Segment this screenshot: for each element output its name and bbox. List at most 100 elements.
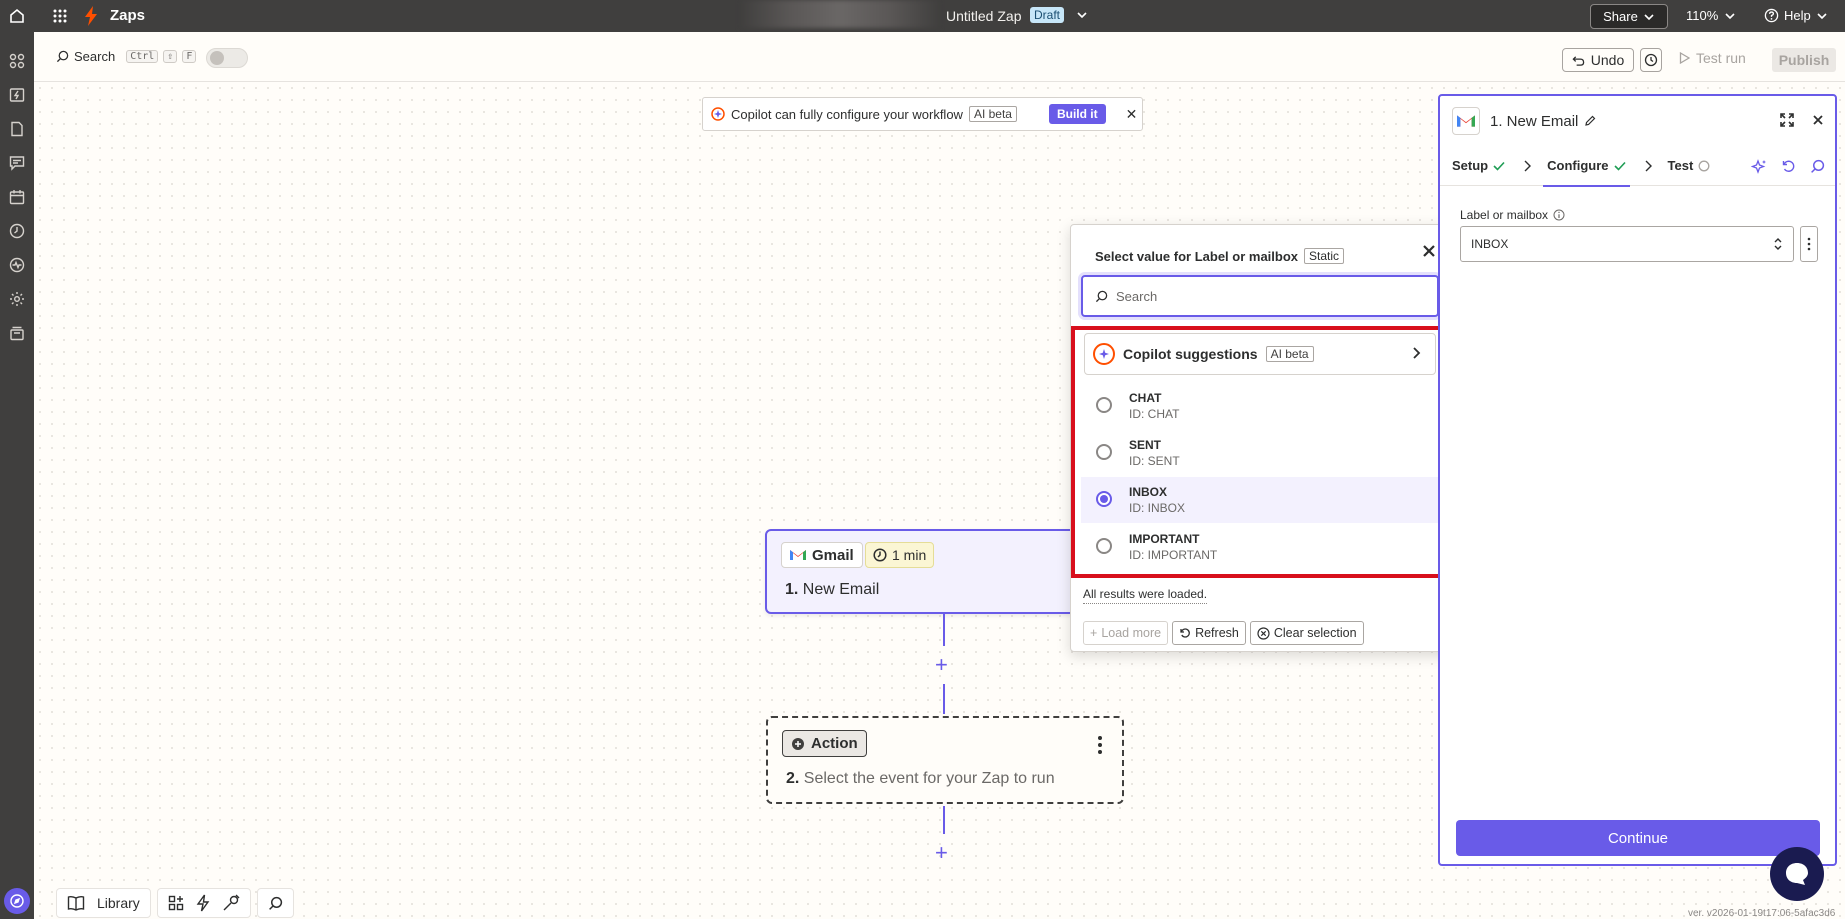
select-arrows-icon — [1774, 238, 1782, 250]
option-name: CHAT — [1129, 391, 1162, 405]
clear-selection-button[interactable]: Clear selection — [1249, 621, 1364, 645]
option-id: ID: INBOX — [1129, 501, 1186, 515]
action-badge-label: Action — [811, 735, 858, 752]
radio-button-checked[interactable] — [1096, 491, 1112, 507]
canvas-search-group — [256, 888, 294, 918]
undo-button[interactable]: Undo — [1562, 48, 1634, 72]
step-config-panel: 1. New Email Setup Configure Test Label … — [1438, 94, 1837, 866]
copilot-banner: Copilot can fully configure your workflo… — [702, 97, 1143, 131]
copilot-sparkle-icon[interactable] — [1751, 159, 1767, 175]
popup-search-field[interactable] — [1081, 275, 1439, 317]
pencil-icon[interactable] — [1584, 115, 1596, 127]
tables-icon[interactable] — [8, 120, 26, 138]
static-badge: Static — [1304, 248, 1345, 264]
help-button[interactable]: Help — [1764, 8, 1828, 23]
copilot-compass-icon[interactable] — [4, 888, 30, 914]
close-icon[interactable]: ✕ — [1126, 106, 1138, 123]
label-or-mailbox-select[interactable]: INBOX — [1460, 226, 1794, 262]
version-history-button[interactable] — [1640, 48, 1662, 72]
popup-search-input[interactable] — [1116, 288, 1416, 304]
close-icon[interactable] — [1811, 112, 1825, 128]
option-row[interactable]: SENT ID: SENT — [1081, 430, 1439, 476]
interfaces-icon[interactable] — [8, 154, 26, 172]
info-icon[interactable] — [1553, 209, 1565, 221]
trigger-app-name: Gmail — [812, 546, 854, 564]
build-it-button[interactable]: Build it — [1048, 104, 1106, 124]
action-step-card[interactable]: Action 2. Select the event for your Zap … — [766, 716, 1124, 804]
canvas-search-button[interactable]: Search Ctrl ⇧ F — [56, 49, 197, 64]
search-icon[interactable] — [1810, 159, 1825, 174]
add-step-plus-icon[interactable]: + — [935, 842, 948, 864]
select-value: INBOX — [1471, 237, 1509, 251]
check-icon — [1493, 161, 1505, 171]
radio-button[interactable] — [1096, 538, 1112, 554]
panel-header-actions — [1779, 112, 1825, 128]
settings-gear-icon[interactable] — [8, 290, 26, 308]
chevron-down-icon[interactable] — [1076, 9, 1088, 24]
calendar-icon[interactable] — [8, 188, 26, 206]
search-icon[interactable] — [268, 896, 283, 911]
zap-title[interactable]: Untitled Zap — [946, 8, 1021, 24]
gmail-logo-icon — [790, 550, 806, 560]
add-step-plus-icon[interactable]: + — [935, 654, 948, 676]
action-step-title: 2. Select the event for your Zap to run — [786, 770, 1055, 788]
rerun-icon[interactable] — [1781, 159, 1796, 174]
clear-circle-x-icon — [1257, 626, 1270, 640]
tab-setup[interactable]: Setup — [1452, 146, 1505, 186]
chat-support-icon[interactable] — [1770, 847, 1824, 901]
apps-grid-icon[interactable] — [52, 8, 68, 24]
option-row[interactable]: IMPORTANT ID: IMPORTANT — [1081, 524, 1439, 570]
chevron-right-icon — [1524, 160, 1532, 171]
tab-configure[interactable]: Configure — [1543, 146, 1630, 187]
editor-toolbar: Search Ctrl ⇧ F Undo Test run Publish — [34, 32, 1845, 82]
search-icon — [56, 50, 69, 63]
share-button[interactable]: Share — [1590, 4, 1668, 29]
load-more-label: Load more — [1101, 626, 1162, 640]
gmail-app-badge: Gmail — [781, 542, 863, 568]
load-more-button[interactable]: + Load more — [1083, 621, 1169, 645]
draft-badge: Draft — [1030, 7, 1065, 23]
app-name[interactable]: Zaps — [110, 7, 145, 24]
tools-wrench-icon[interactable] — [222, 894, 240, 912]
activity-icon[interactable] — [8, 256, 26, 274]
library-button[interactable]: Library — [56, 888, 151, 918]
search-label: Search — [74, 49, 116, 64]
undo-icon — [1572, 55, 1585, 66]
copilot-suggestions-row[interactable]: Copilot suggestions AI beta — [1084, 333, 1436, 375]
ai-beta-badge: AI beta — [968, 106, 1017, 122]
zoom-dropdown[interactable]: 110% — [1686, 8, 1736, 23]
radio-button[interactable] — [1096, 444, 1112, 460]
tab-test[interactable]: Test — [1668, 146, 1711, 186]
results-loaded-text: All results were loaded. — [1083, 587, 1208, 604]
expand-icon[interactable] — [1779, 112, 1795, 128]
option-name: IMPORTANT — [1129, 532, 1200, 546]
chevron-right-icon — [1409, 346, 1423, 363]
field-more-options-icon[interactable] — [1800, 226, 1818, 262]
test-run-button[interactable]: Test run — [1679, 50, 1746, 66]
add-apps-icon[interactable] — [168, 895, 184, 911]
archive-icon[interactable] — [8, 324, 26, 342]
option-row[interactable]: CHAT ID: CHAT — [1081, 383, 1439, 429]
refresh-button[interactable]: Refresh — [1172, 621, 1246, 645]
panel-title[interactable]: 1. New Email — [1490, 113, 1596, 130]
zaps-icon[interactable] — [8, 86, 26, 104]
home-icon[interactable] — [0, 0, 34, 32]
canvas-toggle[interactable] — [206, 48, 248, 68]
trigger-step-title: 1. New Email — [785, 581, 879, 599]
test-run-label: Test run — [1696, 50, 1746, 66]
zap-bolt-icon[interactable] — [196, 894, 210, 912]
zap-bolt-icon — [84, 6, 98, 29]
help-label: Help — [1784, 8, 1811, 23]
panel-tab-actions — [1751, 159, 1825, 175]
option-row-selected[interactable]: INBOX ID: INBOX — [1081, 477, 1439, 523]
apps-icon[interactable] — [8, 52, 26, 70]
history-icon[interactable] — [8, 222, 26, 240]
more-options-icon[interactable] — [1098, 736, 1102, 757]
step-number: 2. — [786, 770, 800, 787]
radio-button[interactable] — [1096, 397, 1112, 413]
continue-button[interactable]: Continue — [1456, 820, 1820, 856]
trigger-step-card[interactable]: Gmail 1 min 1. New Email — [765, 529, 1079, 614]
publish-button[interactable]: Publish — [1772, 48, 1836, 72]
close-icon[interactable] — [1419, 241, 1439, 261]
poll-interval-label: 1 min — [892, 547, 927, 563]
